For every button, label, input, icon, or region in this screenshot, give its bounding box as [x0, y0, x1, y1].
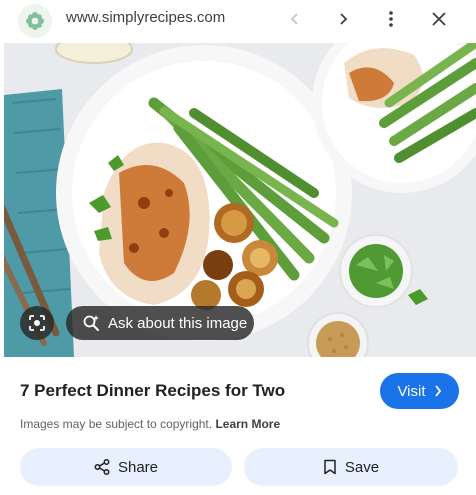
lens-button[interactable]: [20, 306, 54, 340]
save-label: Save: [344, 458, 380, 476]
flower-icon: [26, 12, 44, 30]
next-button[interactable]: [330, 6, 356, 32]
more-options-button[interactable]: [378, 6, 404, 32]
glass: [55, 43, 133, 64]
save-button[interactable]: Save: [244, 448, 458, 486]
chevron-right-icon: [434, 385, 441, 397]
ask-about-image-label: Ask about this image: [108, 314, 248, 332]
ask-about-image-button[interactable]: Ask about this image: [66, 306, 254, 340]
chevron-left-icon: [290, 13, 298, 25]
site-url[interactable]: www.simplyrecipes.com: [66, 9, 225, 26]
site-favicon: [18, 4, 52, 38]
share-button[interactable]: Share: [20, 448, 232, 486]
copyright-notice: Images may be subject to copyright. Lear…: [20, 417, 280, 431]
share-icon: [94, 459, 110, 475]
more-vert-icon: [389, 11, 393, 27]
close-button[interactable]: [426, 6, 452, 32]
copyright-text: Images may be subject to copyright.: [20, 417, 213, 431]
previous-button[interactable]: [282, 6, 308, 32]
bookmark-icon: [324, 459, 336, 475]
search-sparkle-icon: [83, 315, 99, 331]
chevron-right-icon: [340, 13, 348, 25]
share-label: Share: [117, 458, 159, 476]
learn-more-link[interactable]: Learn More: [215, 417, 280, 431]
close-icon: [432, 12, 446, 26]
visit-label: Visit: [397, 382, 426, 400]
visit-button[interactable]: Visit: [380, 373, 459, 409]
result-title[interactable]: 7 Perfect Dinner Recipes for Two: [20, 381, 285, 401]
source-header: www.simplyrecipes.com: [0, 0, 476, 44]
lens-icon: [29, 315, 45, 331]
